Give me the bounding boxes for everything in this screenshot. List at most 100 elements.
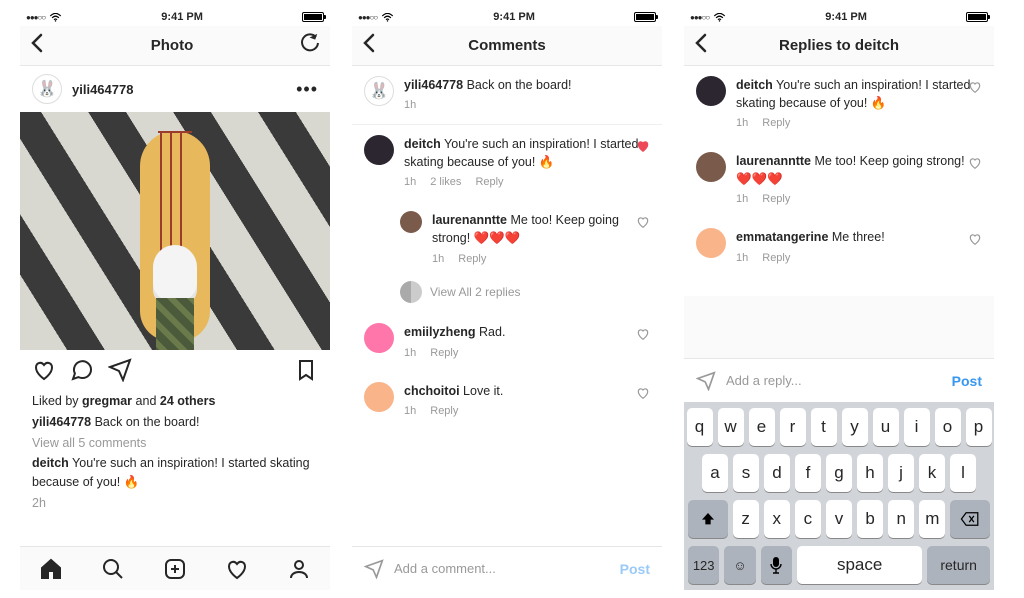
key-g[interactable]: g xyxy=(826,454,852,492)
post-header: 🐰 yili464778 ••• xyxy=(20,66,330,112)
avatar[interactable]: 🐰 xyxy=(364,76,394,106)
back-button[interactable] xyxy=(694,33,708,59)
key-e[interactable]: e xyxy=(749,408,775,446)
key-i[interactable]: i xyxy=(904,408,930,446)
space-key[interactable]: space xyxy=(797,546,922,584)
avatar[interactable] xyxy=(364,135,394,165)
back-button[interactable] xyxy=(362,33,376,59)
reply-button[interactable]: Reply xyxy=(762,192,790,208)
key-v[interactable]: v xyxy=(826,500,852,538)
key-j[interactable]: j xyxy=(888,454,914,492)
original-post: 🐰 yili464778 Back on the board! 1h xyxy=(352,66,662,125)
key-k[interactable]: k xyxy=(919,454,945,492)
home-tab[interactable] xyxy=(39,557,63,581)
nav-header: Comments xyxy=(352,26,662,66)
key-p[interactable]: p xyxy=(966,408,992,446)
emoji-key[interactable]: ☺ xyxy=(724,546,755,584)
view-all-comments[interactable]: View all 5 comments xyxy=(32,434,318,453)
like-button[interactable] xyxy=(32,358,56,382)
refresh-button[interactable] xyxy=(300,33,320,58)
activity-tab[interactable] xyxy=(225,557,249,581)
avatar[interactable] xyxy=(696,152,726,182)
reply-button[interactable]: Reply xyxy=(458,252,486,268)
key-r[interactable]: r xyxy=(780,408,806,446)
comment-author[interactable]: laurenanntte xyxy=(432,213,507,227)
wifi-icon xyxy=(381,13,394,22)
comment-likes[interactable]: 2 likes xyxy=(430,175,461,191)
avatar[interactable] xyxy=(696,76,726,106)
comment-author[interactable]: emmatangerine xyxy=(736,230,828,244)
comment-author[interactable]: yili464778 xyxy=(404,78,463,92)
return-key[interactable]: return xyxy=(927,546,990,584)
phone-photo-screen: 9:41 PM Photo 🐰 yili464778 ••• Liked by … xyxy=(20,8,330,590)
post-photo[interactable] xyxy=(20,112,330,350)
avatar[interactable] xyxy=(696,228,726,258)
comment-author[interactable]: deitch xyxy=(404,137,441,151)
comment-button[interactable] xyxy=(70,358,94,382)
comments-list: 🐰 yili464778 Back on the board! 1h deitc… xyxy=(352,66,662,546)
comment-input[interactable]: Add a comment... xyxy=(394,561,610,576)
reply-button[interactable]: Reply xyxy=(762,251,790,267)
reply-button[interactable]: Reply xyxy=(430,404,458,420)
numbers-key[interactable]: 123 xyxy=(688,546,719,584)
key-x[interactable]: x xyxy=(764,500,790,538)
key-w[interactable]: w xyxy=(718,408,744,446)
like-comment-button[interactable] xyxy=(968,80,982,97)
key-n[interactable]: n xyxy=(888,500,914,538)
like-comment-button[interactable] xyxy=(636,386,650,403)
mic-key[interactable] xyxy=(761,546,792,584)
comment-author[interactable]: emiilyzheng xyxy=(404,325,476,339)
reply-item: laurenanntte Me too! Keep going strong! … xyxy=(684,142,994,218)
like-comment-button[interactable] xyxy=(636,215,650,232)
new-post-tab[interactable] xyxy=(163,557,187,581)
like-comment-button[interactable] xyxy=(968,232,982,249)
reply-input-bar: Add a reply... Post xyxy=(684,358,994,402)
reply-button[interactable]: Reply xyxy=(430,346,458,362)
view-all-replies[interactable]: View All 2 replies xyxy=(352,277,662,313)
key-d[interactable]: d xyxy=(764,454,790,492)
status-bar: 9:41 PM xyxy=(352,8,662,26)
caption-row: yili464778 Back on the board! xyxy=(32,413,318,432)
post-button[interactable]: Post xyxy=(620,561,650,577)
key-h[interactable]: h xyxy=(857,454,883,492)
avatar[interactable] xyxy=(364,382,394,412)
likes-row[interactable]: Liked by gregmar and 24 others xyxy=(32,392,318,411)
more-options-button[interactable]: ••• xyxy=(296,79,318,100)
key-a[interactable]: a xyxy=(702,454,728,492)
share-button[interactable] xyxy=(108,358,132,382)
back-button[interactable] xyxy=(30,33,44,59)
key-b[interactable]: b xyxy=(857,500,883,538)
avatar[interactable] xyxy=(400,211,422,233)
key-f[interactable]: f xyxy=(795,454,821,492)
key-o[interactable]: o xyxy=(935,408,961,446)
comment-author[interactable]: chchoitoi xyxy=(404,384,460,398)
post-author[interactable]: yili464778 xyxy=(72,82,133,97)
search-tab[interactable] xyxy=(101,557,125,581)
reply-button[interactable]: Reply xyxy=(762,116,790,132)
backspace-key[interactable] xyxy=(950,500,990,538)
key-q[interactable]: q xyxy=(687,408,713,446)
shift-key[interactable] xyxy=(688,500,728,538)
key-s[interactable]: s xyxy=(733,454,759,492)
avatar[interactable] xyxy=(364,323,394,353)
key-m[interactable]: m xyxy=(919,500,945,538)
post-button[interactable]: Post xyxy=(952,373,982,389)
like-comment-button[interactable] xyxy=(636,327,650,344)
bookmark-button[interactable] xyxy=(294,358,318,382)
key-y[interactable]: y xyxy=(842,408,868,446)
comment-author[interactable]: deitch xyxy=(736,78,773,92)
page-title: Photo xyxy=(44,37,300,54)
key-t[interactable]: t xyxy=(811,408,837,446)
key-z[interactable]: z xyxy=(733,500,759,538)
key-l[interactable]: l xyxy=(950,454,976,492)
comment-author[interactable]: laurenanntte xyxy=(736,154,811,168)
avatar[interactable]: 🐰 xyxy=(32,74,62,104)
reply-button[interactable]: Reply xyxy=(475,175,503,191)
key-u[interactable]: u xyxy=(873,408,899,446)
reply-input[interactable]: Add a reply... xyxy=(726,373,942,388)
key-c[interactable]: c xyxy=(795,500,821,538)
like-comment-button[interactable] xyxy=(636,139,650,156)
signal-dots-icon xyxy=(690,11,709,23)
profile-tab[interactable] xyxy=(287,557,311,581)
like-comment-button[interactable] xyxy=(968,156,982,173)
